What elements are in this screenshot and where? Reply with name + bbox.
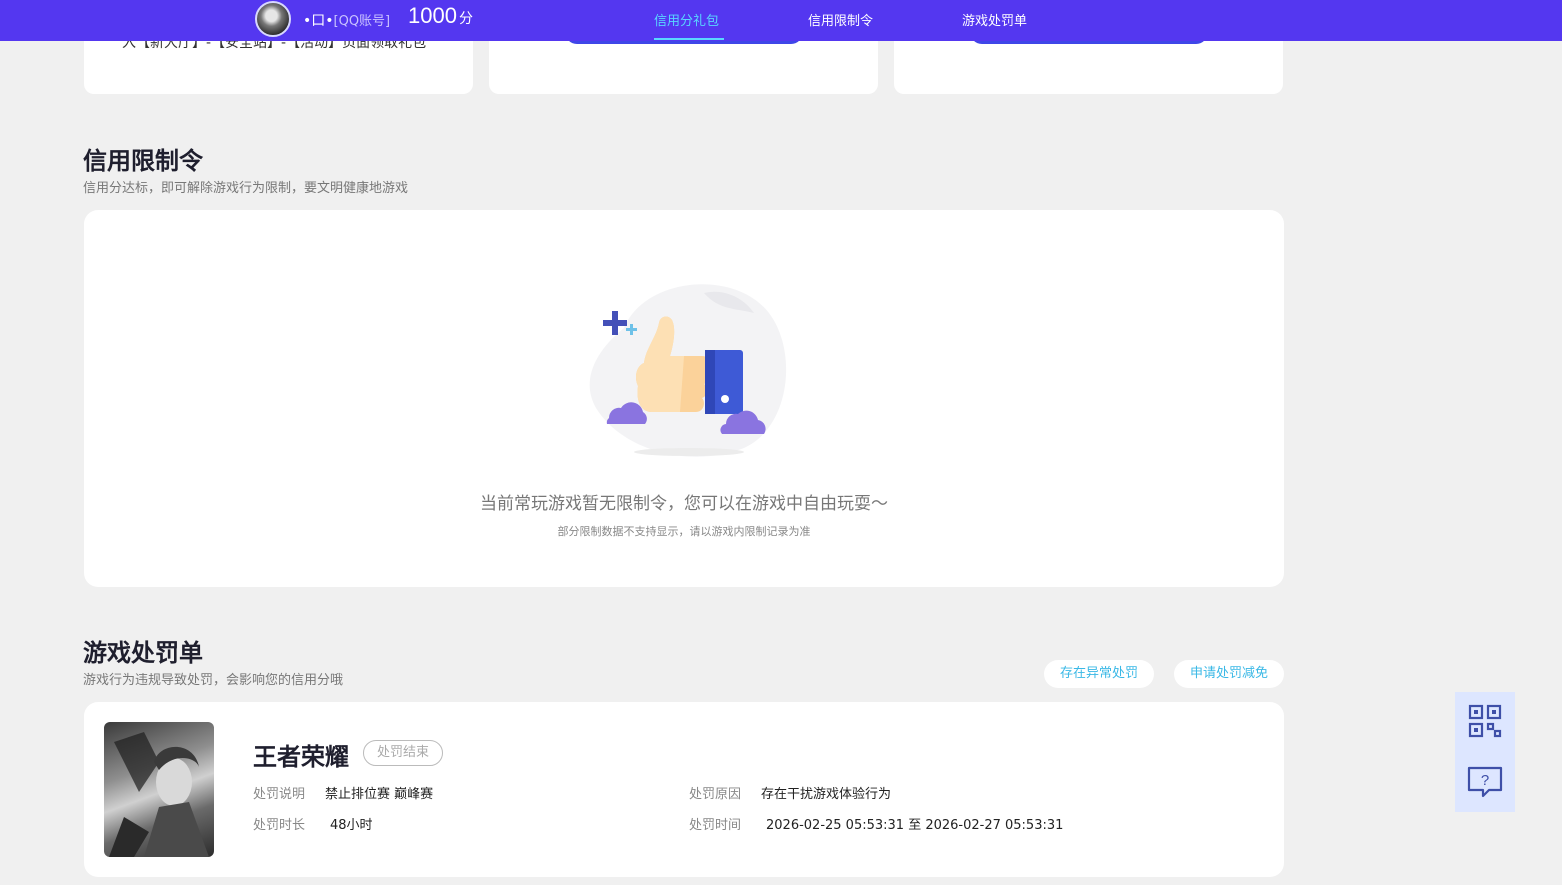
penalty-subtitle: 游戏行为违规导致处罚，会影响您的信用分哦	[83, 673, 344, 688]
penalty-desc-value: 禁止排位赛 巅峰赛	[325, 787, 434, 802]
penalty-duration-value: 48小时	[330, 818, 373, 833]
nickname-text: •口•	[303, 13, 334, 29]
restriction-empty-card: 当前常玩游戏暂无限制令，您可以在游戏中自由玩耍～ 部分限制数据不支持显示，请以游…	[84, 210, 1284, 587]
penalty-reason-value: 存在干扰游戏体验行为	[761, 787, 892, 802]
thumbs-up-icon	[589, 284, 787, 457]
restriction-title: 信用限制令	[83, 147, 203, 175]
restriction-empty-note: 部分限制数据不支持显示，请以游戏内限制记录为准	[557, 525, 811, 538]
restriction-empty-message: 当前常玩游戏暂无限制令，您可以在游戏中自由玩耍～	[480, 494, 888, 514]
restriction-subtitle: 信用分达标，即可解除游戏行为限制，要文明健康地游戏	[83, 181, 409, 196]
active-tab-indicator	[654, 38, 724, 40]
user-nickname: •口•[QQ账号]	[303, 10, 390, 30]
game-name: 王者荣耀	[253, 743, 349, 771]
top-nav-bar: •口•[QQ账号] 1000 分 信用分礼包 信用限制令 游戏处罚单	[0, 0, 1562, 41]
tab-credit-restriction[interactable]: 信用限制令	[808, 10, 873, 29]
credit-score-unit: 分	[458, 11, 473, 27]
game-cover-image	[104, 722, 214, 857]
penalty-time-label: 处罚时间	[689, 818, 742, 833]
penalty-record-card[interactable]: 王者荣耀 处罚结束 处罚说明 禁止排位赛 巅峰赛 处罚时长 48小时 处罚原因 …	[84, 702, 1284, 877]
appeal-penalty-button[interactable]: 申请处罚减免	[1174, 660, 1284, 688]
penalty-status-badge: 处罚结束	[363, 740, 444, 766]
credit-score-value: 1000	[408, 3, 457, 28]
tab-credit-gift[interactable]: 信用分礼包	[654, 10, 719, 29]
penalty-title: 游戏处罚单	[83, 639, 203, 667]
qrcode-button[interactable]	[1455, 692, 1515, 752]
qrcode-icon	[1468, 704, 1502, 738]
penalty-reason-label: 处罚原因	[689, 787, 742, 802]
credit-score: 1000 分	[408, 3, 473, 29]
account-type-tag: [QQ账号]	[333, 14, 391, 29]
penalty-time-value: 2026-02-25 05:53:31 至 2026-02-27 05:53:3…	[766, 818, 1064, 833]
tab-game-penalty[interactable]: 游戏处罚单	[962, 10, 1027, 29]
help-feedback-button[interactable]: ?	[1455, 752, 1515, 812]
avatar[interactable]	[255, 1, 291, 37]
penalty-desc-label: 处罚说明	[253, 787, 306, 802]
help-chat-icon: ?	[1467, 766, 1503, 798]
abnormal-penalty-button[interactable]: 存在异常处罚	[1044, 660, 1154, 688]
penalty-duration-label: 处罚时长	[253, 818, 306, 833]
svg-text:?: ?	[1481, 772, 1489, 789]
